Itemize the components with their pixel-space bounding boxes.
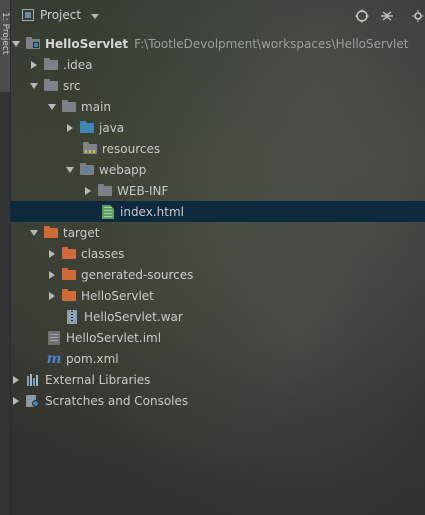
tree-label-idea: .idea [63, 57, 93, 72]
chevron-down-icon [91, 13, 100, 19]
folder-icon [43, 57, 59, 72]
html-file-icon [100, 204, 116, 219]
chevron-down-icon [12, 40, 20, 47]
chevron-down-icon [66, 166, 74, 173]
expand-arrow-icon[interactable] [64, 164, 76, 176]
web-folder-icon [79, 162, 95, 177]
tree-row-java[interactable]: java [10, 117, 425, 138]
chevron-right-icon [49, 249, 55, 258]
tree-row-webapp[interactable]: webapp [10, 159, 425, 180]
excluded-folder-icon [61, 288, 77, 303]
tree-row-web-inf[interactable]: WEB-INF [10, 180, 425, 201]
tree-label-webapp: webapp [99, 162, 147, 177]
tree-label-resources: resources [102, 141, 161, 156]
project-tool-tab-label: 1: Project [0, 12, 10, 55]
folder-icon [61, 99, 77, 114]
tree-row-resources[interactable]: resources [10, 138, 425, 159]
tree-label-index-html: index.html [120, 204, 184, 219]
tree-row-external-libraries[interactable]: External Libraries [10, 369, 425, 390]
expand-arrow-icon[interactable] [10, 38, 22, 50]
chevron-right-icon [31, 60, 37, 69]
tree-row-src[interactable]: src [10, 75, 425, 96]
collapse-icon[interactable] [379, 8, 395, 24]
project-view-title: Project [40, 8, 82, 22]
collapse-arrow-icon[interactable] [46, 248, 58, 260]
locate-icon[interactable] [354, 8, 370, 24]
tree-row-classes[interactable]: classes [10, 243, 425, 264]
chevron-right-icon [67, 123, 73, 132]
collapse-arrow-icon[interactable] [46, 290, 58, 302]
ide-project-panel: 1: Project Project HelloServlet F:\Tootl… [0, 0, 425, 515]
scratches-icon [25, 394, 41, 408]
tree-label-generated-sources: generated-sources [81, 267, 194, 282]
collapse-arrow-icon[interactable] [28, 59, 40, 71]
excluded-folder-icon [61, 246, 77, 261]
maven-icon: m [46, 350, 62, 367]
chevron-right-icon [13, 375, 19, 384]
tree-row-index-html[interactable]: index.html [10, 201, 425, 222]
tree-label-java: java [99, 120, 125, 135]
tree-row-helloservlet-root[interactable]: HelloServlet F:\TootleDevolpment\workspa… [10, 33, 425, 54]
chevron-down-icon [48, 103, 56, 110]
module-file-icon [46, 330, 62, 345]
project-tool-tab[interactable]: 1: Project [0, 0, 10, 92]
tree-row-scratches-and-consoles[interactable]: Scratches and Consoles [10, 390, 425, 411]
tree-row-pom-xml[interactable]: m pom.xml [10, 348, 425, 369]
folder-icon [97, 183, 113, 198]
tree-row-helloservlet-iml[interactable]: HelloServlet.iml [10, 327, 425, 348]
project-panel-header: Project [10, 0, 425, 30]
tree-label-src: src [63, 78, 81, 93]
chevron-right-icon [85, 186, 91, 195]
project-tree: HelloServlet F:\TootleDevolpment\workspa… [10, 33, 425, 411]
chevron-right-icon [13, 396, 19, 405]
chevron-down-icon [30, 229, 38, 236]
source-folder-icon [79, 120, 95, 135]
expand-arrow-icon[interactable] [28, 80, 40, 92]
project-tool-tab-label-container: 1: Project [0, 12, 10, 92]
settings-icon[interactable] [410, 8, 425, 24]
chevron-right-icon [49, 291, 55, 300]
tree-row-generated-sources[interactable]: generated-sources [10, 264, 425, 285]
tree-label-main: main [81, 99, 111, 114]
collapse-arrow-icon[interactable] [10, 374, 22, 386]
expand-arrow-icon[interactable] [46, 101, 58, 113]
tree-row-helloservlet-dir[interactable]: HelloServlet [10, 285, 425, 306]
tree-row-main[interactable]: main [10, 96, 425, 117]
project-view-icon [22, 9, 34, 21]
tree-row-target[interactable]: target [10, 222, 425, 243]
libraries-icon [25, 373, 41, 387]
tree-label-pom-xml: pom.xml [66, 351, 119, 366]
tree-label-helloservlet-iml: HelloServlet.iml [66, 330, 162, 345]
tree-row-idea[interactable]: .idea [10, 54, 425, 75]
tree-label-external-libraries: External Libraries [45, 372, 151, 387]
module-folder-icon [25, 36, 41, 51]
chevron-right-icon [49, 270, 55, 279]
collapse-arrow-icon[interactable] [46, 269, 58, 281]
tree-label-target: target [63, 225, 100, 240]
tree-label-scratches-and-consoles: Scratches and Consoles [45, 393, 189, 408]
excluded-folder-icon [43, 225, 59, 240]
archive-file-icon [64, 309, 80, 324]
resources-folder-icon [82, 141, 98, 156]
tree-label-helloservlet-dir: HelloServlet [81, 288, 154, 303]
tree-label-root: HelloServlet [45, 36, 129, 51]
expand-arrow-icon[interactable] [28, 227, 40, 239]
excluded-folder-icon [61, 267, 77, 282]
tree-label-web-inf: WEB-INF [117, 183, 169, 198]
collapse-arrow-icon[interactable] [64, 122, 76, 134]
tree-row-helloservlet-war[interactable]: HelloServlet.war [10, 306, 425, 327]
tree-label-classes: classes [81, 246, 125, 261]
collapse-arrow-icon[interactable] [82, 185, 94, 197]
tree-path-root: F:\TootleDevolpment\workspaces\HelloServ… [134, 36, 409, 51]
collapse-arrow-icon[interactable] [10, 395, 22, 407]
project-view-selector[interactable]: Project [22, 7, 100, 23]
folder-icon [43, 78, 59, 93]
tree-label-helloservlet-war: HelloServlet.war [84, 309, 183, 324]
chevron-down-icon [30, 82, 38, 89]
